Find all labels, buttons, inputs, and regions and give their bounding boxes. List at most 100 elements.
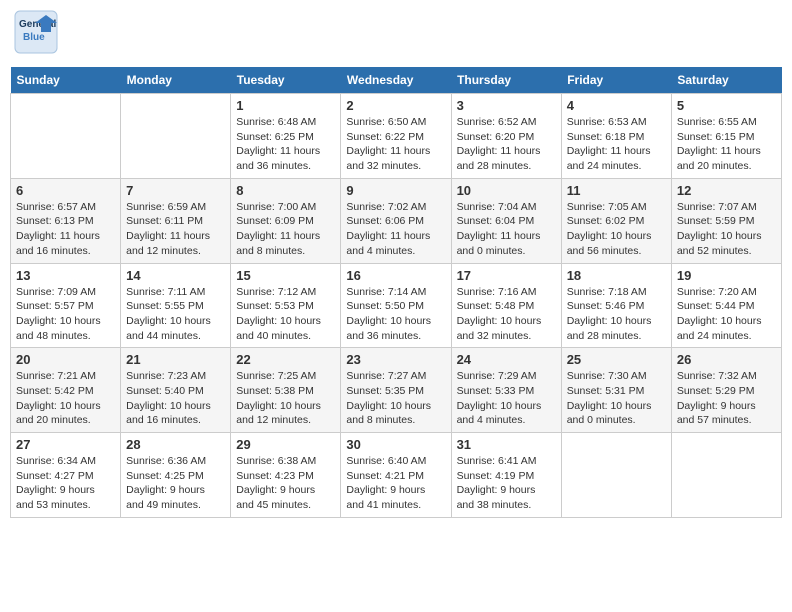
logo: General Blue	[14, 10, 58, 59]
cell-content: Sunrise: 6:40 AMSunset: 4:21 PMDaylight:…	[346, 454, 445, 513]
cell-content: Sunrise: 6:55 AMSunset: 6:15 PMDaylight:…	[677, 115, 776, 174]
day-number: 7	[126, 183, 225, 198]
sunset-text: Sunset: 6:09 PM	[236, 214, 335, 229]
day-number: 6	[16, 183, 115, 198]
sunset-text: Sunset: 5:35 PM	[346, 384, 445, 399]
col-header-tuesday: Tuesday	[231, 67, 341, 94]
sunrise-text: Sunrise: 7:21 AM	[16, 369, 115, 384]
cell-content: Sunrise: 7:00 AMSunset: 6:09 PMDaylight:…	[236, 200, 335, 259]
daylight-text: Daylight: 11 hours and 16 minutes.	[16, 229, 115, 258]
daylight-text: Daylight: 10 hours and 52 minutes.	[677, 229, 776, 258]
sunrise-text: Sunrise: 7:18 AM	[567, 285, 666, 300]
sunrise-text: Sunrise: 7:07 AM	[677, 200, 776, 215]
sunset-text: Sunset: 4:21 PM	[346, 469, 445, 484]
cell-content: Sunrise: 7:09 AMSunset: 5:57 PMDaylight:…	[16, 285, 115, 344]
daylight-text: Daylight: 11 hours and 12 minutes.	[126, 229, 225, 258]
sunrise-text: Sunrise: 6:57 AM	[16, 200, 115, 215]
calendar-cell: 2Sunrise: 6:50 AMSunset: 6:22 PMDaylight…	[341, 94, 451, 179]
sunset-text: Sunset: 5:29 PM	[677, 384, 776, 399]
calendar-cell: 17Sunrise: 7:16 AMSunset: 5:48 PMDayligh…	[451, 263, 561, 348]
day-number: 31	[457, 437, 556, 452]
sunrise-text: Sunrise: 6:36 AM	[126, 454, 225, 469]
cell-content: Sunrise: 7:23 AMSunset: 5:40 PMDaylight:…	[126, 369, 225, 428]
logo-bird-icon: General Blue	[14, 10, 58, 54]
daylight-text: Daylight: 10 hours and 48 minutes.	[16, 314, 115, 343]
cell-content: Sunrise: 7:32 AMSunset: 5:29 PMDaylight:…	[677, 369, 776, 428]
calendar-cell: 7 Sunrise: 6:59 AMSunset: 6:11 PMDaylight…	[121, 178, 231, 263]
cell-content: Sunrise: 6:57 AMSunset: 6:13 PMDaylight:…	[16, 200, 115, 259]
week-row-5: 27Sunrise: 6:34 AMSunset: 4:27 PMDayligh…	[11, 433, 782, 518]
sunrise-text: Sunrise: 6:48 AM	[236, 115, 335, 130]
cell-content: Sunrise: 7:12 AMSunset: 5:53 PMDaylight:…	[236, 285, 335, 344]
week-row-2: 6Sunrise: 6:57 AMSunset: 6:13 PMDaylight…	[11, 178, 782, 263]
sunset-text: Sunset: 6:13 PM	[16, 214, 115, 229]
day-number: 3	[457, 98, 556, 113]
sunrise-text: Sunrise: 6:50 AM	[346, 115, 445, 130]
day-number: 26	[677, 352, 776, 367]
daylight-text: Daylight: 10 hours and 36 minutes.	[346, 314, 445, 343]
sunset-text: Sunset: 5:48 PM	[457, 299, 556, 314]
calendar-cell: 16Sunrise: 7:14 AMSunset: 5:50 PMDayligh…	[341, 263, 451, 348]
daylight-text: Daylight: 9 hours and 49 minutes.	[126, 483, 225, 512]
day-number: 29	[236, 437, 335, 452]
day-number: 28	[126, 437, 225, 452]
calendar-cell: 24Sunrise: 7:29 AMSunset: 5:33 PMDayligh…	[451, 348, 561, 433]
cell-content: Sunrise: 7:20 AMSunset: 5:44 PMDaylight:…	[677, 285, 776, 344]
col-header-friday: Friday	[561, 67, 671, 94]
sunset-text: Sunset: 4:19 PM	[457, 469, 556, 484]
calendar-cell: 22Sunrise: 7:25 AMSunset: 5:38 PMDayligh…	[231, 348, 341, 433]
sunset-text: Sunset: 5:55 PM	[126, 299, 225, 314]
calendar-cell: 27Sunrise: 6:34 AMSunset: 4:27 PMDayligh…	[11, 433, 121, 518]
day-number: 10	[457, 183, 556, 198]
sunrise-text: Sunrise: 6:53 AM	[567, 115, 666, 130]
col-header-wednesday: Wednesday	[341, 67, 451, 94]
col-header-sunday: Sunday	[11, 67, 121, 94]
sunrise-text: Sunrise: 7:04 AM	[457, 200, 556, 215]
day-number: 9	[346, 183, 445, 198]
calendar-cell: 12Sunrise: 7:07 AMSunset: 5:59 PMDayligh…	[671, 178, 781, 263]
sunset-text: Sunset: 4:23 PM	[236, 469, 335, 484]
calendar-cell: 21Sunrise: 7:23 AMSunset: 5:40 PMDayligh…	[121, 348, 231, 433]
sunset-text: Sunset: 5:42 PM	[16, 384, 115, 399]
sunset-text: Sunset: 5:40 PM	[126, 384, 225, 399]
cell-content: Sunrise: 7:04 AMSunset: 6:04 PMDaylight:…	[457, 200, 556, 259]
sunrise-text: Sunrise: 7:30 AM	[567, 369, 666, 384]
sunrise-text: Sunrise: 6:38 AM	[236, 454, 335, 469]
day-number: 17	[457, 268, 556, 283]
cell-content: Sunrise: 7:18 AMSunset: 5:46 PMDaylight:…	[567, 285, 666, 344]
daylight-text: Daylight: 10 hours and 0 minutes.	[567, 399, 666, 428]
sunrise-text: Sunrise: 7:29 AM	[457, 369, 556, 384]
cell-content: Sunrise: 6:36 AMSunset: 4:25 PMDaylight:…	[126, 454, 225, 513]
sunrise-text: Sunrise: 7:05 AM	[567, 200, 666, 215]
sunset-text: Sunset: 6:25 PM	[236, 130, 335, 145]
sunset-text: Sunset: 5:44 PM	[677, 299, 776, 314]
calendar-table: SundayMondayTuesdayWednesdayThursdayFrid…	[10, 67, 782, 518]
daylight-text: Daylight: 11 hours and 28 minutes.	[457, 144, 556, 173]
sunrise-text: Sunrise: 7:09 AM	[16, 285, 115, 300]
calendar-cell: 28 Sunrise: 6:36 AMSunset: 4:25 PMDayligh…	[121, 433, 231, 518]
cell-content: Sunrise: 6:59 AMSunset: 6:11 PMDaylight:…	[126, 200, 225, 259]
daylight-text: Daylight: 11 hours and 8 minutes.	[236, 229, 335, 258]
calendar-cell: 18Sunrise: 7:18 AMSunset: 5:46 PMDayligh…	[561, 263, 671, 348]
daylight-text: Daylight: 11 hours and 4 minutes.	[346, 229, 445, 258]
calendar-cell: 29Sunrise: 6:38 AMSunset: 4:23 PMDayligh…	[231, 433, 341, 518]
cell-content: Sunrise: 7:14 AMSunset: 5:50 PMDaylight:…	[346, 285, 445, 344]
daylight-text: Daylight: 11 hours and 32 minutes.	[346, 144, 445, 173]
daylight-text: Daylight: 10 hours and 8 minutes.	[346, 399, 445, 428]
cell-content: Sunrise: 6:50 AMSunset: 6:22 PMDaylight:…	[346, 115, 445, 174]
day-number: 8	[236, 183, 335, 198]
daylight-text: Daylight: 10 hours and 40 minutes.	[236, 314, 335, 343]
day-number: 24	[457, 352, 556, 367]
calendar-cell: 19 Sunrise: 7:20 AMSunset: 5:44 PMDayligh…	[671, 263, 781, 348]
sunrise-text: Sunrise: 7:12 AM	[236, 285, 335, 300]
day-number: 5	[677, 98, 776, 113]
daylight-text: Daylight: 10 hours and 16 minutes.	[126, 399, 225, 428]
col-header-saturday: Saturday	[671, 67, 781, 94]
day-number: 1	[236, 98, 335, 113]
sunrise-text: Sunrise: 7:23 AM	[126, 369, 225, 384]
calendar-cell: 8 Sunrise: 7:00 AMSunset: 6:09 PMDaylight…	[231, 178, 341, 263]
sunrise-text: Sunrise: 6:59 AM	[126, 200, 225, 215]
day-number: 19	[677, 268, 776, 283]
daylight-text: Daylight: 10 hours and 44 minutes.	[126, 314, 225, 343]
daylight-text: Daylight: 10 hours and 4 minutes.	[457, 399, 556, 428]
